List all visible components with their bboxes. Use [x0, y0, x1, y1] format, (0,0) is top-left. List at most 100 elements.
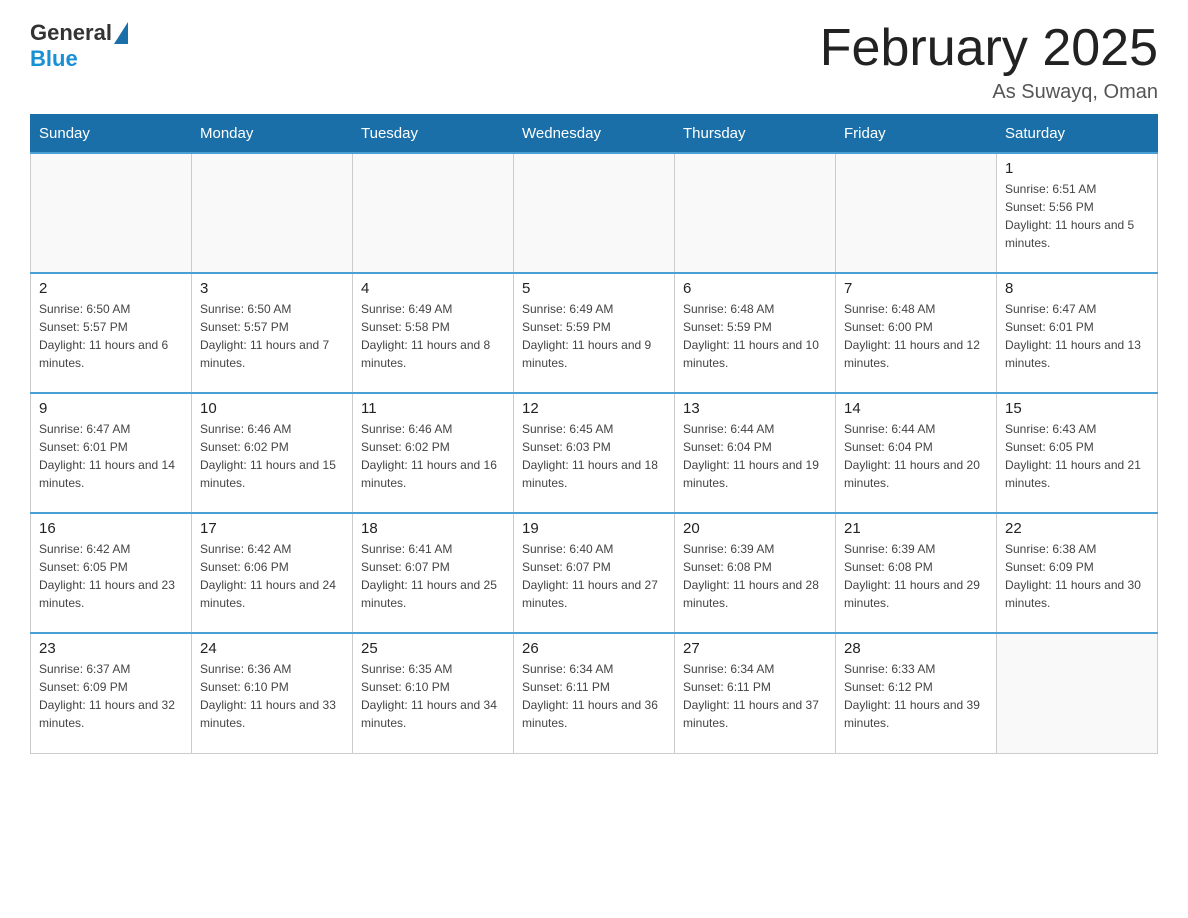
table-row — [192, 153, 353, 273]
table-row: 1 Sunrise: 6:51 AMSunset: 5:56 PMDaylight… — [997, 153, 1158, 273]
day-info: Sunrise: 6:50 AMSunset: 5:57 PMDaylight:… — [39, 300, 183, 372]
table-row — [353, 153, 514, 273]
table-row: 11Sunrise: 6:46 AMSunset: 6:02 PMDayligh… — [353, 393, 514, 513]
day-number: 4 — [361, 280, 505, 297]
logo-triangle-icon — [114, 22, 128, 44]
day-info: Sunrise: 6:46 AMSunset: 6:02 PMDaylight:… — [200, 420, 344, 492]
day-info: Sunrise: 6:47 AMSunset: 6:01 PMDaylight:… — [1005, 300, 1149, 372]
table-row: 22 Sunrise: 6:38 AMSunset: 6:09 PMDayligh… — [997, 513, 1158, 633]
day-info: Sunrise: 6:39 AMSunset: 6:08 PMDaylight:… — [844, 540, 988, 612]
day-number: 16 — [39, 520, 183, 537]
calendar-week-row: 23 Sunrise: 6:37 AMSunset: 6:09 PMDayligh… — [31, 633, 1158, 753]
day-number: 10 — [200, 400, 344, 417]
col-saturday: Saturday — [997, 115, 1158, 154]
day-info: Sunrise: 6:34 AMSunset: 6:11 PMDaylight:… — [683, 660, 827, 732]
table-row — [675, 153, 836, 273]
day-number: 7 — [844, 280, 988, 297]
table-row: 4 Sunrise: 6:49 AMSunset: 5:58 PMDaylight… — [353, 273, 514, 393]
title-section: February 2025 As Suwayq, Oman — [820, 20, 1158, 104]
day-info: Sunrise: 6:50 AMSunset: 5:57 PMDaylight:… — [200, 300, 344, 372]
calendar-week-row: 2 Sunrise: 6:50 AMSunset: 5:57 PMDaylight… — [31, 273, 1158, 393]
day-info: Sunrise: 6:41 AMSunset: 6:07 PMDaylight:… — [361, 540, 505, 612]
table-row: 16 Sunrise: 6:42 AMSunset: 6:05 PMDayligh… — [31, 513, 192, 633]
table-row: 3 Sunrise: 6:50 AMSunset: 5:57 PMDaylight… — [192, 273, 353, 393]
day-info: Sunrise: 6:34 AMSunset: 6:11 PMDaylight:… — [522, 660, 666, 732]
calendar-location: As Suwayq, Oman — [820, 81, 1158, 104]
day-info: Sunrise: 6:45 AMSunset: 6:03 PMDaylight:… — [522, 420, 666, 492]
calendar-title: February 2025 — [820, 20, 1158, 77]
col-thursday: Thursday — [675, 115, 836, 154]
calendar-header-row: Sunday Monday Tuesday Wednesday Thursday… — [31, 115, 1158, 154]
day-info: Sunrise: 6:36 AMSunset: 6:10 PMDaylight:… — [200, 660, 344, 732]
table-row: 12 Sunrise: 6:45 AMSunset: 6:03 PMDayligh… — [514, 393, 675, 513]
table-row: 6Sunrise: 6:48 AMSunset: 5:59 PMDaylight… — [675, 273, 836, 393]
day-number: 1 — [1005, 160, 1149, 177]
day-number: 25 — [361, 640, 505, 657]
day-info: Sunrise: 6:49 AMSunset: 5:59 PMDaylight:… — [522, 300, 666, 372]
day-info: Sunrise: 6:33 AMSunset: 6:12 PMDaylight:… — [844, 660, 988, 732]
day-number: 26 — [522, 640, 666, 657]
day-info: Sunrise: 6:49 AMSunset: 5:58 PMDaylight:… — [361, 300, 505, 372]
day-number: 11 — [361, 400, 505, 417]
day-info: Sunrise: 6:43 AMSunset: 6:05 PMDaylight:… — [1005, 420, 1149, 492]
table-row — [514, 153, 675, 273]
table-row: 9 Sunrise: 6:47 AMSunset: 6:01 PMDaylight… — [31, 393, 192, 513]
day-number: 3 — [200, 280, 344, 297]
col-wednesday: Wednesday — [514, 115, 675, 154]
table-row: 25 Sunrise: 6:35 AMSunset: 6:10 PMDayligh… — [353, 633, 514, 753]
day-number: 18 — [361, 520, 505, 537]
table-row: 17Sunrise: 6:42 AMSunset: 6:06 PMDayligh… — [192, 513, 353, 633]
table-row: 21 Sunrise: 6:39 AMSunset: 6:08 PMDayligh… — [836, 513, 997, 633]
day-info: Sunrise: 6:47 AMSunset: 6:01 PMDaylight:… — [39, 420, 183, 492]
day-number: 23 — [39, 640, 183, 657]
calendar-table: Sunday Monday Tuesday Wednesday Thursday… — [30, 114, 1158, 754]
table-row — [997, 633, 1158, 753]
day-number: 17 — [200, 520, 344, 537]
day-number: 2 — [39, 280, 183, 297]
calendar-week-row: 1 Sunrise: 6:51 AMSunset: 5:56 PMDaylight… — [31, 153, 1158, 273]
day-info: Sunrise: 6:38 AMSunset: 6:09 PMDaylight:… — [1005, 540, 1149, 612]
day-number: 12 — [522, 400, 666, 417]
col-monday: Monday — [192, 115, 353, 154]
table-row: 2 Sunrise: 6:50 AMSunset: 5:57 PMDaylight… — [31, 273, 192, 393]
day-info: Sunrise: 6:35 AMSunset: 6:10 PMDaylight:… — [361, 660, 505, 732]
table-row: 20Sunrise: 6:39 AMSunset: 6:08 PMDayligh… — [675, 513, 836, 633]
day-info: Sunrise: 6:48 AMSunset: 6:00 PMDaylight:… — [844, 300, 988, 372]
col-tuesday: Tuesday — [353, 115, 514, 154]
page-header: General Blue February 2025 As Suwayq, Om… — [30, 20, 1158, 104]
table-row: 14Sunrise: 6:44 AMSunset: 6:04 PMDayligh… — [836, 393, 997, 513]
day-info: Sunrise: 6:42 AMSunset: 6:05 PMDaylight:… — [39, 540, 183, 612]
table-row: 27Sunrise: 6:34 AMSunset: 6:11 PMDayligh… — [675, 633, 836, 753]
calendar-week-row: 9 Sunrise: 6:47 AMSunset: 6:01 PMDaylight… — [31, 393, 1158, 513]
day-number: 21 — [844, 520, 988, 537]
logo: General Blue — [30, 20, 128, 72]
day-number: 24 — [200, 640, 344, 657]
day-number: 9 — [39, 400, 183, 417]
table-row: 24 Sunrise: 6:36 AMSunset: 6:10 PMDayligh… — [192, 633, 353, 753]
table-row: 8 Sunrise: 6:47 AMSunset: 6:01 PMDaylight… — [997, 273, 1158, 393]
table-row: 26 Sunrise: 6:34 AMSunset: 6:11 PMDayligh… — [514, 633, 675, 753]
table-row: 5 Sunrise: 6:49 AMSunset: 5:59 PMDaylight… — [514, 273, 675, 393]
day-info: Sunrise: 6:51 AMSunset: 5:56 PMDaylight:… — [1005, 180, 1149, 252]
day-number: 22 — [1005, 520, 1149, 537]
table-row — [836, 153, 997, 273]
day-number: 5 — [522, 280, 666, 297]
day-number: 13 — [683, 400, 827, 417]
logo-general-text: General — [30, 20, 112, 46]
table-row: 28Sunrise: 6:33 AMSunset: 6:12 PMDayligh… — [836, 633, 997, 753]
table-row: 15Sunrise: 6:43 AMSunset: 6:05 PMDayligh… — [997, 393, 1158, 513]
table-row: 18 Sunrise: 6:41 AMSunset: 6:07 PMDayligh… — [353, 513, 514, 633]
col-friday: Friday — [836, 115, 997, 154]
day-number: 6 — [683, 280, 827, 297]
col-sunday: Sunday — [31, 115, 192, 154]
day-number: 8 — [1005, 280, 1149, 297]
day-number: 20 — [683, 520, 827, 537]
day-info: Sunrise: 6:37 AMSunset: 6:09 PMDaylight:… — [39, 660, 183, 732]
table-row: 7 Sunrise: 6:48 AMSunset: 6:00 PMDaylight… — [836, 273, 997, 393]
day-info: Sunrise: 6:44 AMSunset: 6:04 PMDaylight:… — [844, 420, 988, 492]
table-row: 23 Sunrise: 6:37 AMSunset: 6:09 PMDayligh… — [31, 633, 192, 753]
table-row: 13 Sunrise: 6:44 AMSunset: 6:04 PMDayligh… — [675, 393, 836, 513]
table-row — [31, 153, 192, 273]
day-info: Sunrise: 6:44 AMSunset: 6:04 PMDaylight:… — [683, 420, 827, 492]
table-row: 19Sunrise: 6:40 AMSunset: 6:07 PMDayligh… — [514, 513, 675, 633]
